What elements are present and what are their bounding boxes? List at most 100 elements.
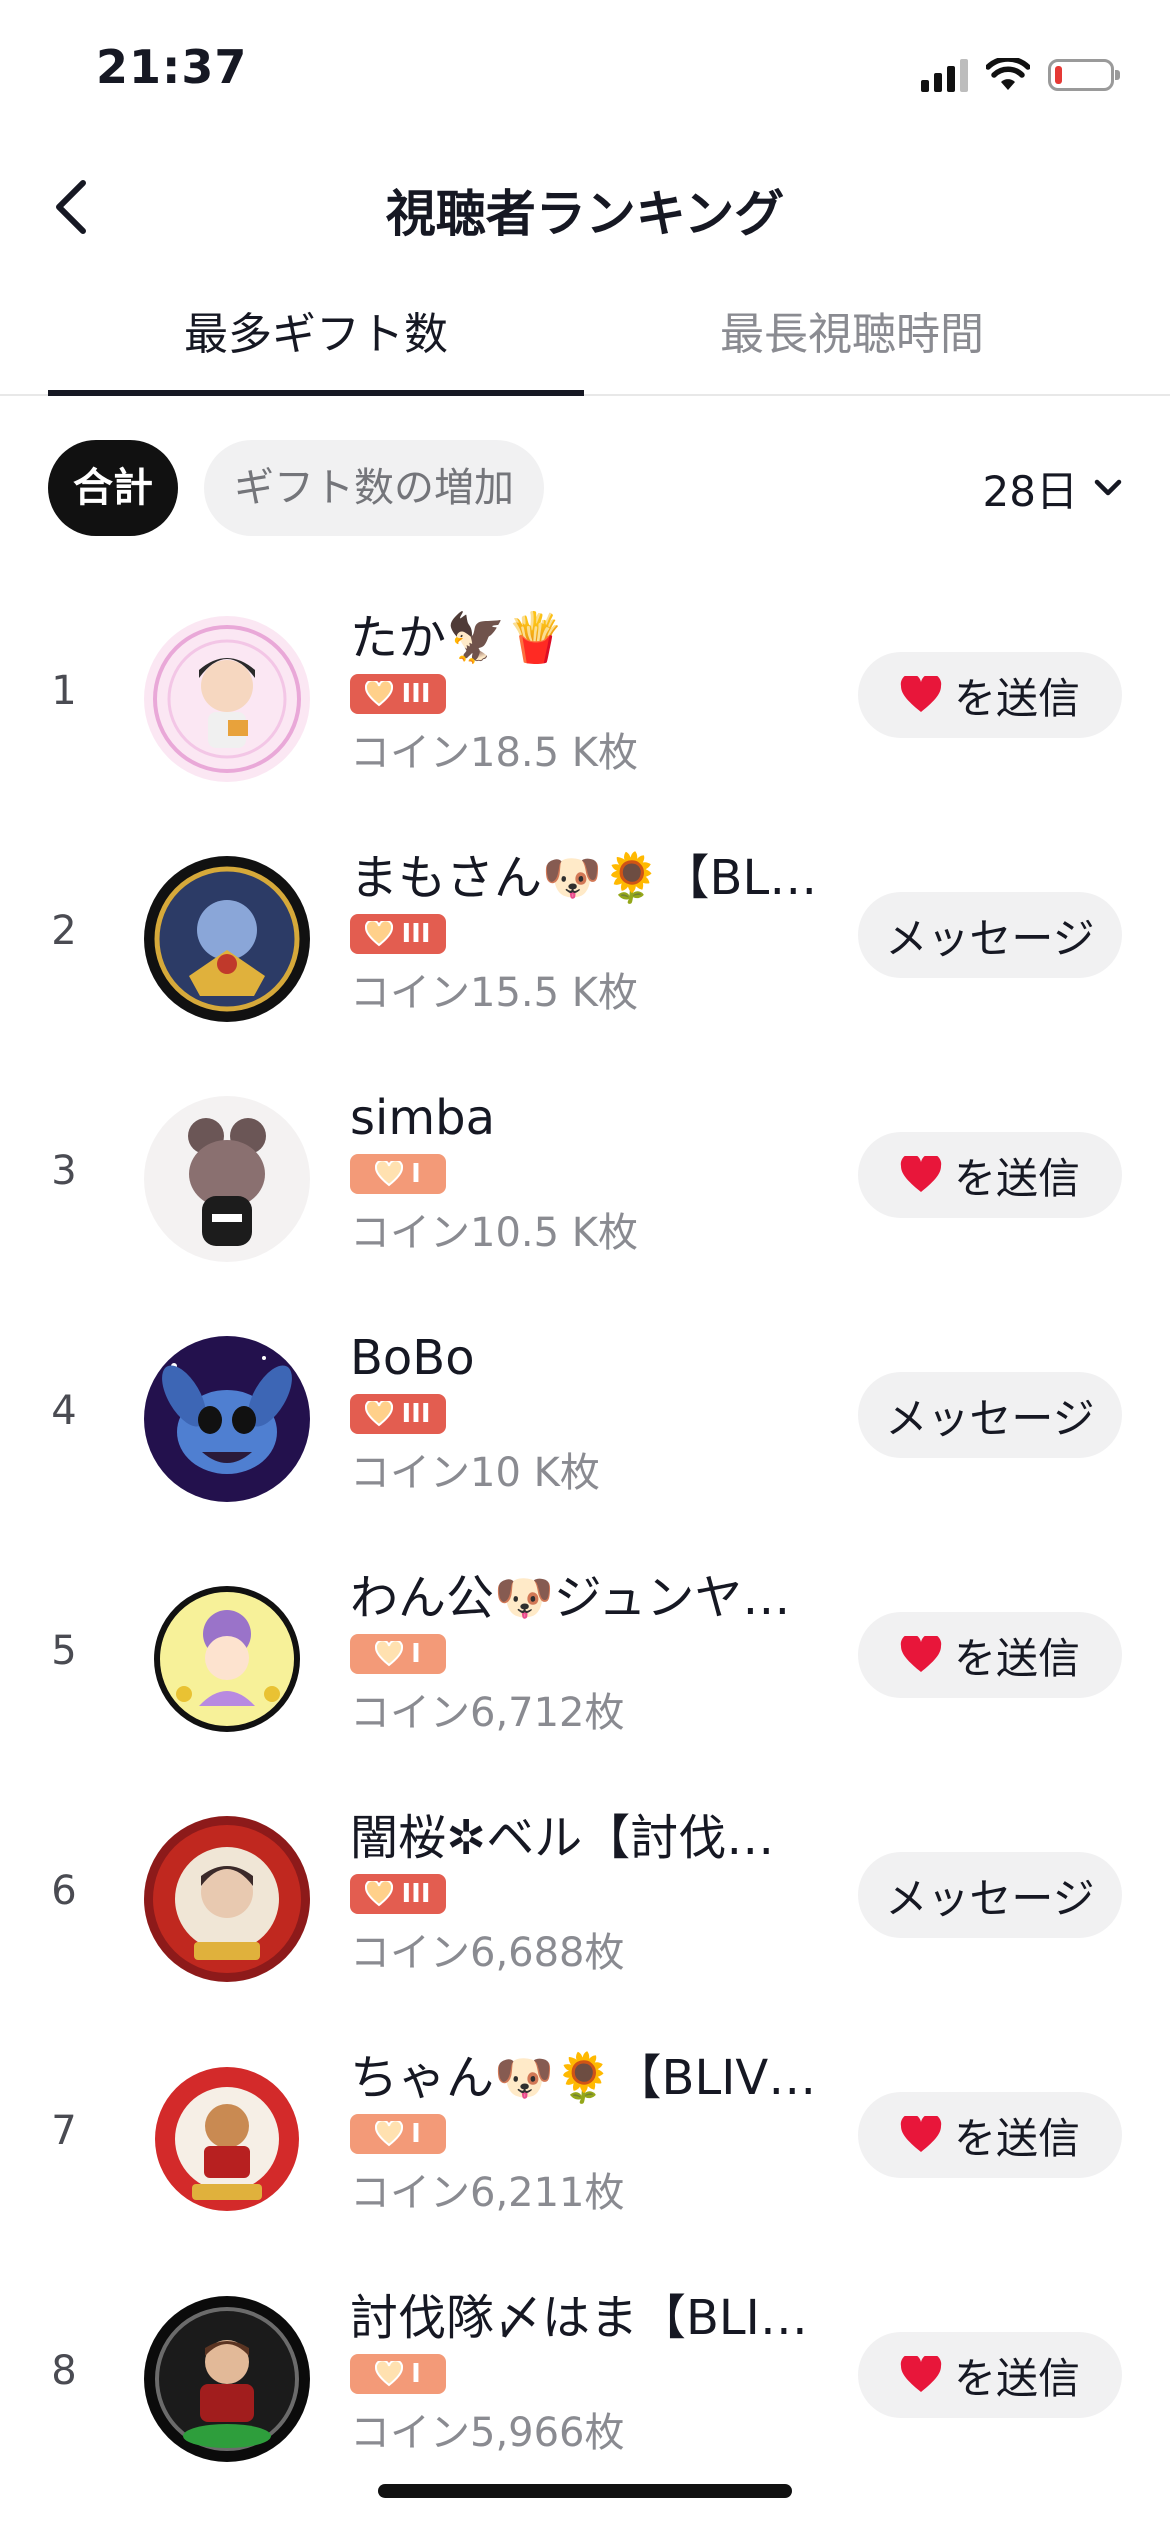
avatar[interactable] [144,856,310,1022]
viewer-name: たか🦅🍟 [350,610,566,666]
send-heart-button[interactable]: を送信 [858,652,1122,738]
status-icons [921,52,1120,98]
avatar[interactable] [144,1336,310,1502]
cellular-signal-icon [921,58,968,92]
viewer-name: 討伐隊〆はま【BLI… [350,2290,808,2346]
viewer-info: simba I コイン10.5 K枚 [350,1088,830,1258]
rank-number: 7 [51,2108,77,2154]
gifter-level: I [411,2359,421,2389]
ranking-row[interactable]: 1 たか🦅🍟 III コイン18.5 K枚 を送信 [0,578,1170,818]
avatar[interactable] [144,2296,310,2462]
gifter-level-badge: I [350,1634,446,1674]
avatar[interactable] [144,1576,310,1742]
send-heart-button[interactable]: を送信 [858,2332,1122,2418]
gifter-level: III [401,919,431,949]
gifter-level-badge: III [350,674,446,714]
send-label: を送信 [953,1153,1080,1203]
viewer-name: わん公🐶ジュンヤ… [350,1570,791,1626]
gifter-level: III [401,1399,431,1429]
viewer-info: 討伐隊〆はま【BLI… I コイン5,966枚 [350,2288,830,2458]
period-value: 28日 [982,466,1078,516]
ranking-row[interactable]: 8 討伐隊〆はま【BLI… I コイン5,966枚 を送信 [0,2258,1170,2498]
ranking-list: 1 たか🦅🍟 III コイン18.5 K枚 を送信 2 まもさん🐶🌻【BLIV…… [0,578,1170,2498]
heart-badge-icon [365,921,394,947]
gifter-level-badge: III [350,1394,446,1434]
nav-bar: 視聴者ランキング [0,150,1170,260]
heart-icon [900,1636,942,1672]
viewer-info: BoBo III コイン10 K枚 [350,1328,830,1498]
heart-badge-icon [365,1881,394,1907]
home-indicator[interactable] [378,2484,792,2498]
ranking-row[interactable]: 4 BoBo III コイン10 K枚 メッセージ [0,1298,1170,1538]
gifter-level-badge: I [350,1154,446,1194]
chevron-down-icon [1094,479,1122,496]
wifi-icon [986,58,1030,90]
message-button[interactable]: メッセージ [858,892,1122,978]
message-button[interactable]: メッセージ [858,1372,1122,1458]
tab-longest-watch-time[interactable]: 最長視聴時間 [584,290,1120,394]
heart-badge-icon [365,681,394,707]
send-label: を送信 [953,1633,1080,1683]
send-label: を送信 [953,2353,1080,2403]
message-label: メッセージ [885,1393,1095,1443]
gifter-level: I [411,1639,421,1669]
gifter-level: I [411,2119,421,2149]
rank-number: 8 [51,2348,77,2394]
heart-icon [900,2356,942,2392]
heart-icon [900,2116,942,2152]
send-label: を送信 [953,2113,1080,2163]
send-heart-button[interactable]: を送信 [858,2092,1122,2178]
gifter-level: I [411,1159,421,1189]
page-title: 視聴者ランキング [385,185,785,243]
tab-bar: 最多ギフト数 最長視聴時間 [0,290,1170,396]
avatar[interactable] [144,1096,310,1262]
ranking-row[interactable]: 2 まもさん🐶🌻【BLIV… III コイン15.5 K枚 メッセージ [0,818,1170,1058]
filter-chip-total[interactable]: 合計 [48,440,178,536]
rank-number: 1 [51,668,77,714]
ranking-row[interactable]: 7 ちゃん🐶🌻【BLIV… I コイン6,211枚 を送信 [0,2018,1170,2258]
gifter-level-badge: III [350,1874,446,1914]
avatar[interactable] [144,2056,310,2222]
rank-number: 3 [51,1148,77,1194]
heart-badge-icon [365,1401,394,1427]
viewer-info: まもさん🐶🌻【BLIV… III コイン15.5 K枚 [350,848,830,1018]
rank-number: 2 [51,908,77,954]
tab-most-gifts[interactable]: 最多ギフト数 [48,290,584,394]
rank-number: 4 [51,1388,77,1434]
coin-count: コイン6,712枚 [350,1690,625,1736]
gifter-level-badge: III [350,914,446,954]
send-label: を送信 [953,673,1080,723]
viewer-name: 闇桜✲ベル【討伐… [350,1810,775,1866]
status-bar: 21:37 [0,0,1170,140]
coin-count: コイン18.5 K枚 [350,730,639,776]
heart-badge-icon [375,2121,404,2147]
battery-icon [1048,59,1120,91]
viewer-name: simba [350,1090,495,1146]
viewer-info: たか🦅🍟 III コイン18.5 K枚 [350,608,830,778]
message-label: メッセージ [885,913,1095,963]
coin-count: コイン5,966枚 [350,2410,625,2456]
message-button[interactable]: メッセージ [858,1852,1122,1938]
viewer-name: まもさん🐶🌻【BLIV… [350,850,830,906]
avatar[interactable] [144,1816,310,1982]
ranking-row[interactable]: 5 わん公🐶ジュンヤ… I コイン6,712枚 を送信 [0,1538,1170,1778]
send-heart-button[interactable]: を送信 [858,1612,1122,1698]
heart-badge-icon [375,1161,404,1187]
viewer-name: ちゃん🐶🌻【BLIV… [350,2050,817,2106]
period-dropdown[interactable]: 28日 [983,440,1122,536]
coin-count: コイン10.5 K枚 [350,1210,639,1256]
gifter-level: III [401,679,431,709]
viewer-info: ちゃん🐶🌻【BLIV… I コイン6,211枚 [350,2048,830,2218]
heart-icon [900,1156,942,1192]
send-heart-button[interactable]: を送信 [858,1132,1122,1218]
rank-number: 6 [51,1868,77,1914]
heart-icon [900,676,942,712]
filter-bar: 合計 ギフト数の増加 28日 [48,440,1122,536]
ranking-row[interactable]: 3 simba I コイン10.5 K枚 を送信 [0,1058,1170,1298]
heart-badge-icon [375,1641,404,1667]
ranking-row[interactable]: 6 闇桜✲ベル【討伐… III コイン6,688枚 メッセージ [0,1778,1170,2018]
filter-chip-gift-increase[interactable]: ギフト数の増加 [204,440,544,536]
coin-count: コイン10 K枚 [350,1450,600,1496]
coin-count: コイン6,211枚 [350,2170,625,2216]
avatar[interactable] [144,616,310,782]
